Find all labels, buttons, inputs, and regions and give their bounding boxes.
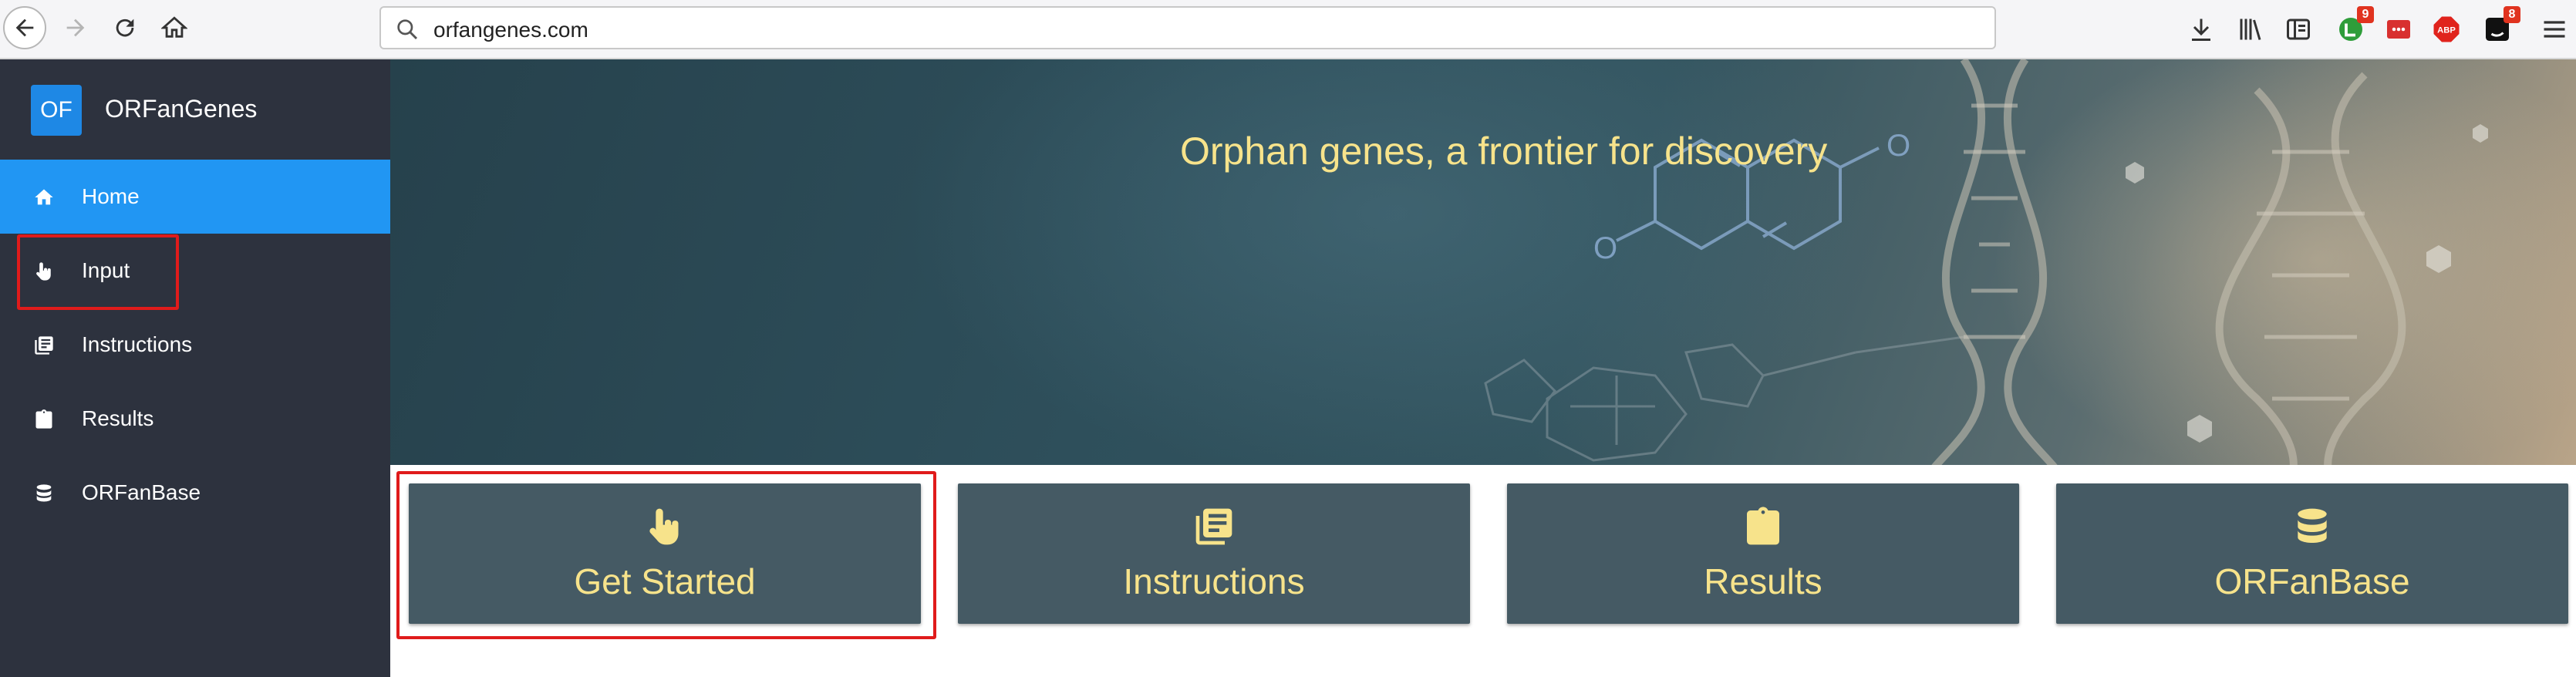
browser-home-icon <box>161 16 187 38</box>
browser-toolbar: orfangenes.com 9 ABP 8 <box>0 0 2576 59</box>
brand-name: ORFanGenes <box>105 95 258 123</box>
sidebar-item-instructions[interactable]: Instructions <box>0 308 390 382</box>
adblock-icon[interactable]: ABP <box>2431 14 2462 45</box>
svg-text:O: O <box>1593 231 1617 265</box>
instructions-card[interactable]: Instructions <box>958 483 1470 624</box>
home-icon <box>32 186 56 209</box>
extension-badge: 9 <box>2357 6 2374 23</box>
card-label: ORFanBase <box>2214 561 2410 601</box>
database-icon <box>2056 505 2568 551</box>
sidebar: OF ORFanGenes Home Input Instructions Re… <box>0 59 390 677</box>
home-button[interactable] <box>153 6 196 49</box>
card-label: Instructions <box>1123 561 1305 601</box>
database-icon <box>32 482 56 505</box>
arrow-right-icon <box>66 19 85 37</box>
orfanbase-card[interactable]: ORFanBase <box>2056 483 2568 624</box>
reload-icon <box>116 19 134 37</box>
sidebar-item-orfanbase[interactable]: ORFanBase <box>0 456 390 530</box>
hero-title: Orphan genes, a frontier for discovery <box>1180 130 1828 173</box>
reader-view-icon[interactable] <box>2283 14 2314 45</box>
extension-badge: 8 <box>2504 6 2520 23</box>
reload-button[interactable] <box>103 6 147 49</box>
url-text: orfangenes.com <box>433 18 588 42</box>
menu-icon[interactable] <box>2539 14 2570 45</box>
search-icon <box>397 19 418 40</box>
address-bar[interactable]: orfangenes.com <box>379 6 1996 49</box>
instructions-icon <box>32 334 56 357</box>
extension-red-icon[interactable] <box>2383 14 2414 45</box>
instructions-icon <box>958 505 1470 551</box>
molecule-dna-illustration: O O <box>1484 59 2488 465</box>
hero-banner: O O Orphan genes, a frontier for discove… <box>390 59 2576 465</box>
highlight-box <box>17 234 179 310</box>
highlight-box <box>396 471 936 639</box>
forward-button[interactable] <box>54 6 97 49</box>
library-icon[interactable] <box>2235 14 2266 45</box>
arrow-left-icon <box>15 19 34 37</box>
sidebar-item-home[interactable]: Home <box>0 160 390 234</box>
clipboard-icon <box>1507 505 2019 551</box>
card-label: Results <box>1704 561 1822 601</box>
results-card[interactable]: Results <box>1507 483 2019 624</box>
extension-dark-icon[interactable]: 8 <box>2482 6 2520 45</box>
extension-green-icon[interactable]: 9 <box>2335 6 2374 45</box>
clipboard-icon <box>32 408 56 431</box>
sidebar-item-results[interactable]: Results <box>0 382 390 456</box>
sidebar-item-label: ORFanBase <box>82 480 201 504</box>
back-button[interactable] <box>3 6 46 49</box>
sidebar-item-label: Home <box>82 184 140 208</box>
svg-text:ABP: ABP <box>2437 26 2456 35</box>
svg-text:O: O <box>1886 129 1910 163</box>
logo: OF <box>31 85 82 136</box>
sidebar-item-label: Instructions <box>82 332 193 356</box>
brand[interactable]: OF ORFanGenes <box>0 59 390 160</box>
download-icon[interactable] <box>2186 14 2217 45</box>
sidebar-item-label: Results <box>82 406 154 430</box>
